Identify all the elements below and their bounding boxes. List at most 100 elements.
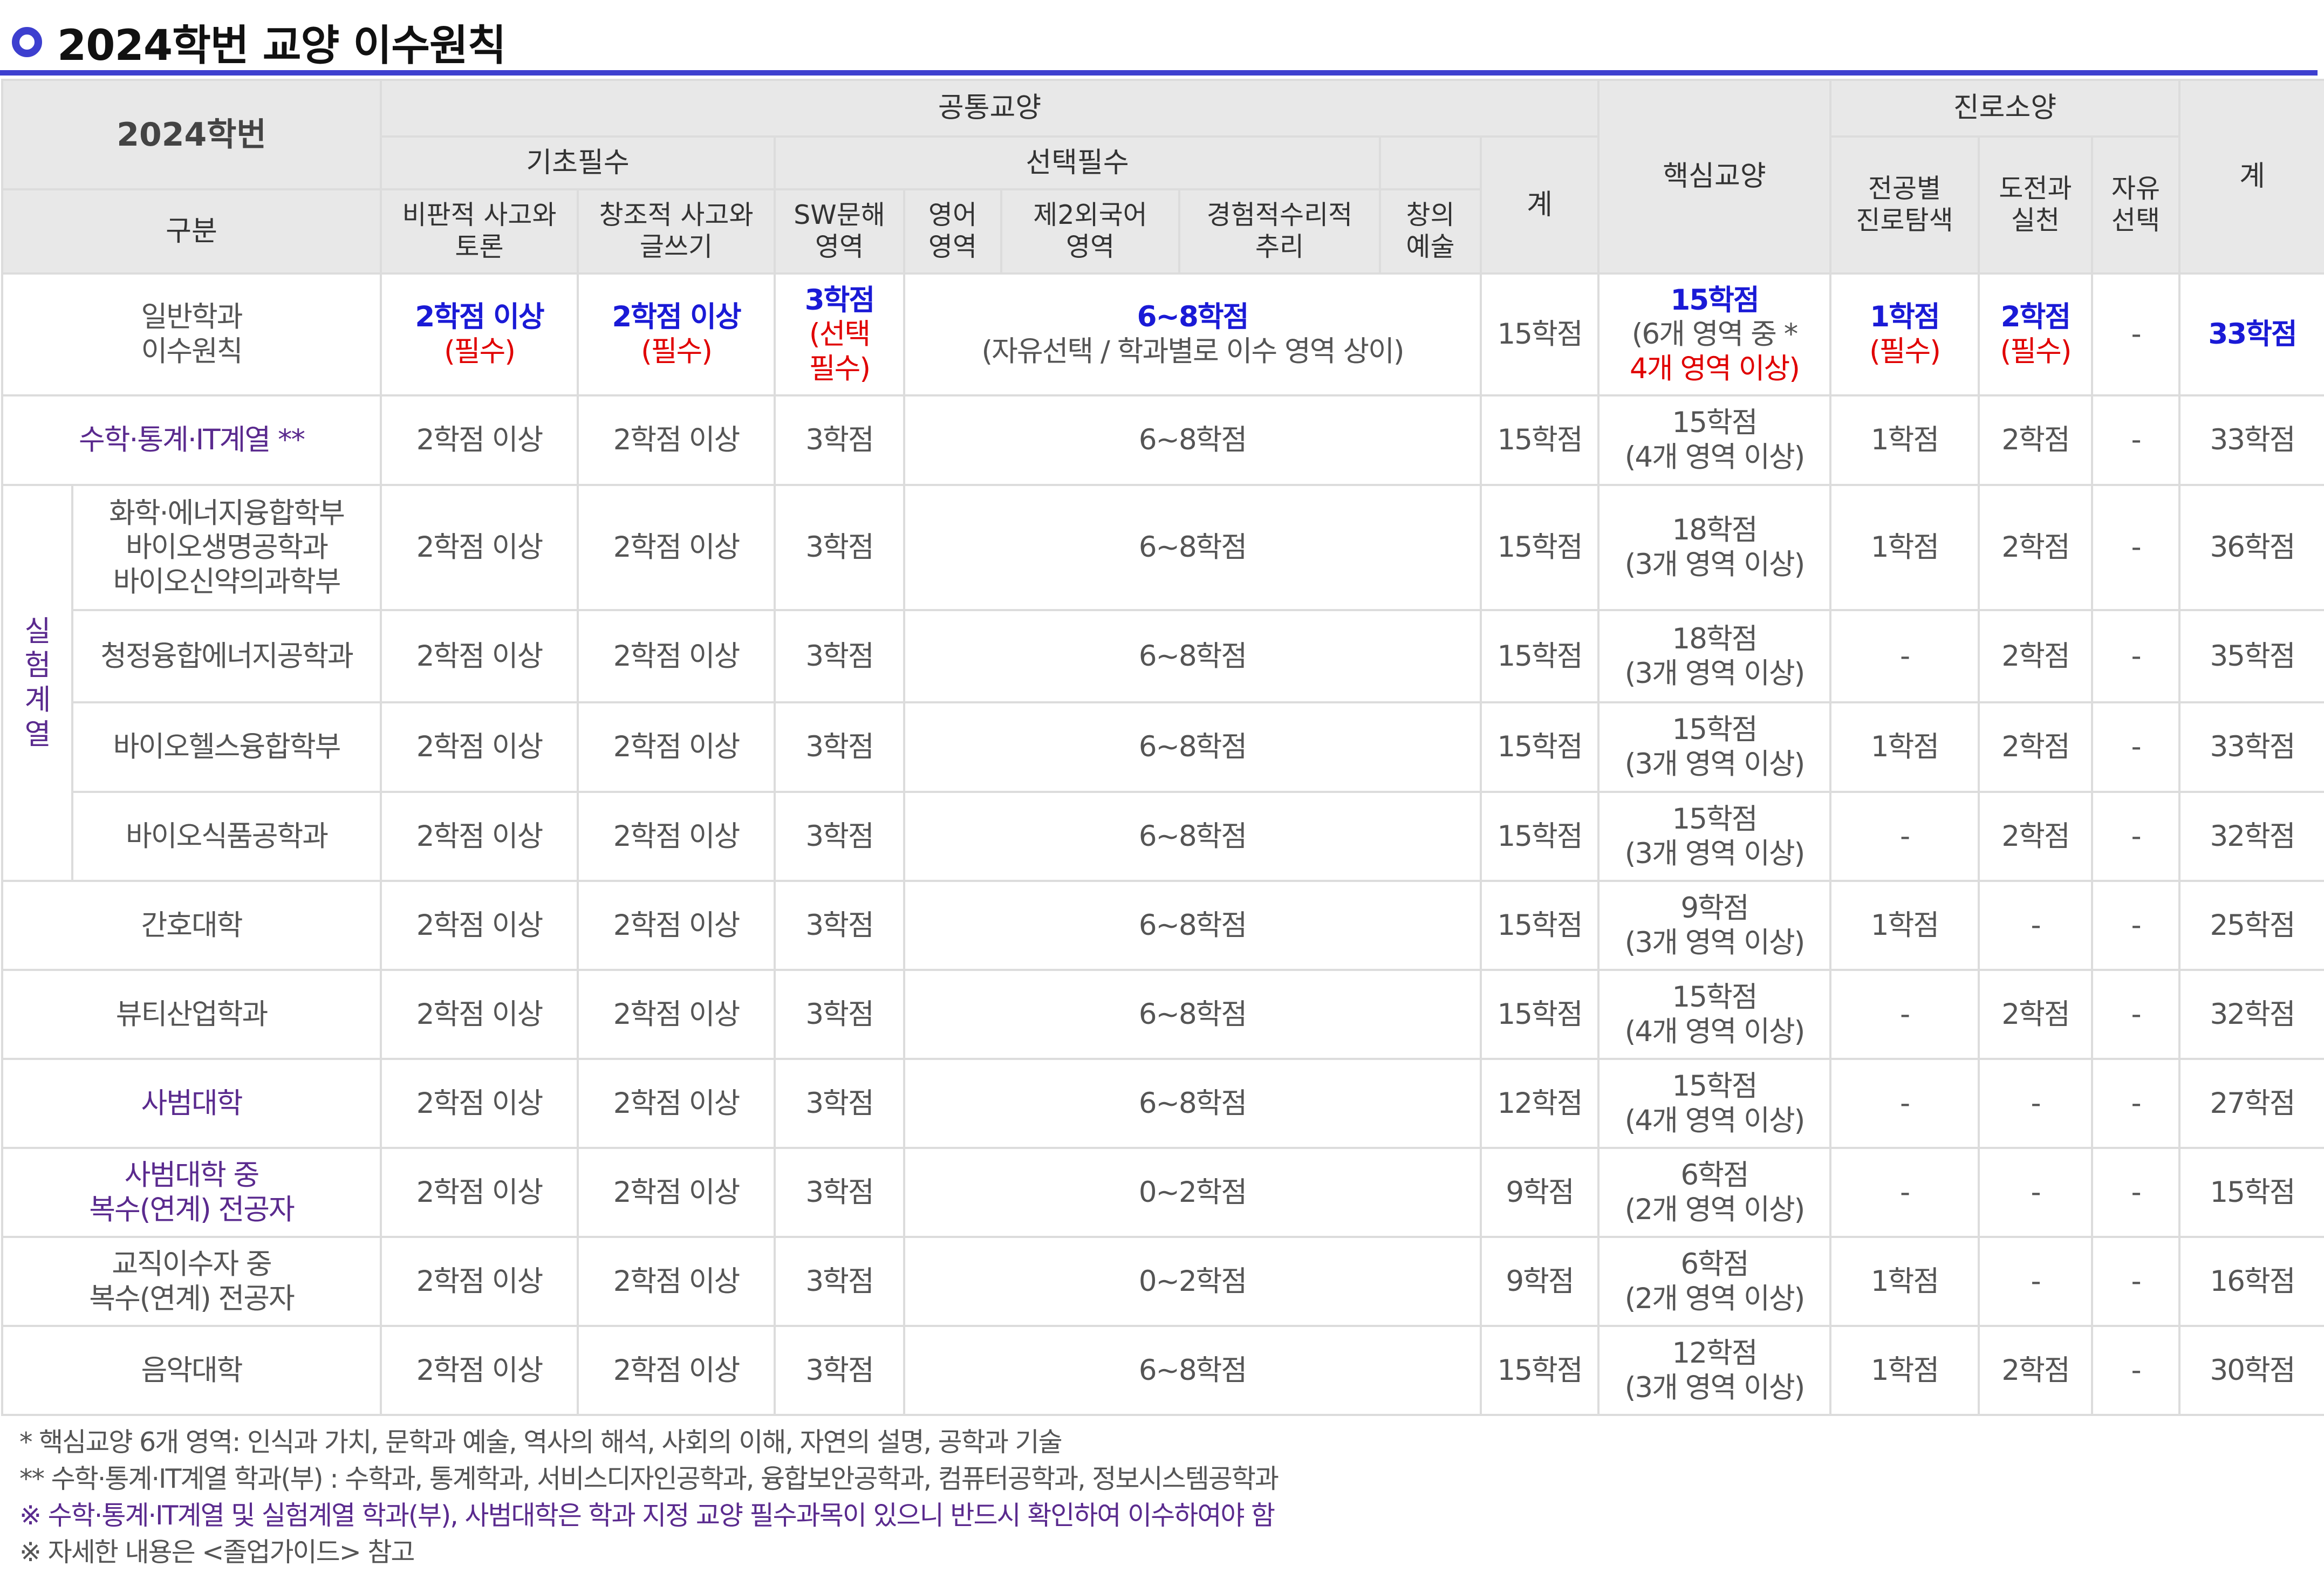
cell-sw: 3학점 <box>774 609 905 703</box>
cell-creative: 2학점 이상 <box>577 1058 776 1149</box>
cell-critical: 2학점 이상 <box>380 701 579 793</box>
cell-critical: 2학점 이상 <box>380 1058 579 1149</box>
cell-core: 18학점 (3개 영역 이상) <box>1597 609 1831 703</box>
cell-core: 15학점 (3개 영역 이상) <box>1597 701 1831 793</box>
cell-sw: 3학점 <box>774 1325 905 1416</box>
row-label: 음악대학 <box>1 1325 382 1416</box>
cell-free: - <box>2091 484 2181 611</box>
footnote-graduation-guide: ※ 자세한 내용은 <졸업가이드> 참고 <box>19 1537 415 1568</box>
cell-challenge: 2학점 <box>1978 609 2093 703</box>
table-row: 음악대학 2학점 이상 2학점 이상 3학점 6~8학점 15학점 12학점 (3… <box>1 1325 2324 1416</box>
row-label: 바이오헬스융합학부 <box>71 701 382 793</box>
row-label: 교직이수자 중 복수(연계) 전공자 <box>1 1236 382 1327</box>
header-major: 전공별 진로탐색 <box>1829 135 1980 275</box>
cell-select: 6~8학점 <box>903 609 1482 703</box>
cell-subtotal: 15학점 <box>1480 969 1600 1060</box>
cell-major: 1학점 <box>1829 701 1980 793</box>
cell-core: 15학점 (3개 영역 이상) <box>1597 791 1831 882</box>
cell-challenge: 2학점 <box>1978 791 2093 882</box>
page-title: 2024학번 교양 이수원칙 <box>57 22 506 70</box>
cell-select: 6~8학점 <box>903 880 1482 971</box>
header-free: 자유 선택 <box>2091 135 2181 275</box>
cell-select: 6~8학점 <box>903 1325 1482 1416</box>
cell-core: 15학점 (4개 영역 이상) <box>1597 394 1831 486</box>
table-row: 사범대학 2학점 이상 2학점 이상 3학점 6~8학점 12학점 15학점 (4… <box>1 1058 2324 1149</box>
cell-subtotal: 15학점 <box>1480 791 1600 882</box>
row-label: 사범대학 중 복수(연계) 전공자 <box>1 1147 382 1238</box>
cell-total: 35학점 <box>2178 609 2324 703</box>
cell-core: 15학점 (4개 영역 이상) <box>1597 969 1831 1060</box>
cell-major: 1학점 <box>1829 484 1980 611</box>
cell-sw: 3학점 <box>774 394 905 486</box>
circle-bullet-icon <box>12 27 42 57</box>
cell-major: - <box>1829 969 1980 1060</box>
cell-core: 12학점 (3개 영역 이상) <box>1597 1325 1831 1416</box>
cell-select: 0~2학점 <box>903 1147 1482 1238</box>
cell-challenge: 2학점 <box>1978 394 2093 486</box>
header-jinro: 진로소양 <box>1829 79 2181 138</box>
cell-creative: 2학점 이상 <box>577 394 776 486</box>
cell-subtotal: 15학점 <box>1480 1325 1600 1416</box>
table-row: 사범대학 중 복수(연계) 전공자 2학점 이상 2학점 이상 3학점 0~2학점… <box>1 1147 2324 1238</box>
table-row: 교직이수자 중 복수(연계) 전공자 2학점 이상 2학점 이상 3학점 0~2학… <box>1 1236 2324 1327</box>
cell-critical: 2학점 이상 <box>380 1147 579 1238</box>
cell-total: 33학점 <box>2178 701 2324 793</box>
row-label: 화학·에너지융합학부 바이오생명공학과 바이오신약의과학부 <box>71 484 382 611</box>
cell-sw: 3학점 <box>774 1236 905 1327</box>
cell-critical: 2학점 이상 <box>380 609 579 703</box>
header-art: 창의 예술 <box>1379 188 1482 275</box>
cell-subtotal: 15학점 <box>1480 394 1600 486</box>
row-label: 수학·통계·IT계열 ** <box>1 394 382 486</box>
cell-sw: 3학점 <box>774 701 905 793</box>
cell-total: 27학점 <box>2178 1058 2324 1149</box>
cell-subtotal: 9학점 <box>1480 1147 1600 1238</box>
cell-core: 6학점 (2개 영역 이상) <box>1597 1147 1831 1238</box>
cell-total: 36학점 <box>2178 484 2324 611</box>
cell-sw: 3학점 <box>774 1058 905 1149</box>
cell-major: 1학점 <box>1829 394 1980 486</box>
cell-major: - <box>1829 609 1980 703</box>
table-row: 간호대학 2학점 이상 2학점 이상 3학점 6~8학점 15학점 9학점 (3개… <box>1 880 2324 971</box>
cell-challenge: - <box>1978 1147 2093 1238</box>
cell-creative: 2학점 이상 <box>577 609 776 703</box>
cell-free: - <box>2091 1325 2181 1416</box>
cell-critical: 2학점 이상 <box>380 1325 579 1416</box>
cell-subtotal: 12학점 <box>1480 1058 1600 1149</box>
corner-header-category: 구분 <box>1 188 382 275</box>
cell-core: 6학점 (2개 영역 이상) <box>1597 1236 1831 1327</box>
header-second-language: 제2외국어 영역 <box>1000 188 1180 275</box>
cell-critical: 2학점 이상 <box>380 484 579 611</box>
cell-creative: 2학점 이상 <box>577 791 776 882</box>
cell-total: 16학점 <box>2178 1236 2324 1327</box>
cell-core: 15학점 (4개 영역 이상) <box>1597 1058 1831 1149</box>
table-row: 청정융합에너지공학과 2학점 이상 2학점 이상 3학점 6~8학점 15학점 … <box>2 609 2324 703</box>
header-gicho: 기초필수 <box>380 135 776 190</box>
cell-major: 1학점 <box>1829 1236 1980 1327</box>
cell-select: 6~8학점 <box>903 969 1482 1060</box>
cell-creative: 2학점 이상 <box>577 1325 776 1416</box>
header-challenge: 도전과 실천 <box>1978 135 2093 275</box>
cell-challenge: 2학점 <box>1978 484 2093 611</box>
footnote-required-courses: ※ 수학·통계·IT계열 및 실험계열 학과(부), 사범대학은 학과 지정 교… <box>19 1500 1275 1531</box>
cell-sw: 3학점 <box>774 1147 905 1238</box>
cell-total: 32학점 <box>2178 969 2324 1060</box>
table-row: 바이오헬스융합학부 2학점 이상 2학점 이상 3학점 6~8학점 15학점 1… <box>2 701 2324 793</box>
cell-subtotal: 15학점 <box>1480 609 1600 703</box>
cell-major: 1학점 <box>1829 880 1980 971</box>
cell-free: - <box>2091 272 2181 396</box>
cell-select: 6~8학점 <box>903 1058 1482 1149</box>
cell-free: - <box>2091 1058 2181 1149</box>
curriculum-table: 2024학번 공통교양 핵심교양 진로소양 계 기초필수 선택필수 계 전공별 진… <box>1 79 2324 1416</box>
cell-critical: 2학점 이상 <box>380 394 579 486</box>
cell-subtotal: 15학점 <box>1480 701 1600 793</box>
cell-subtotal: 15학점 <box>1480 880 1600 971</box>
cell-creative: 2학점 이상 <box>577 484 776 611</box>
table-row: 뷰티산업학과 2학점 이상 2학점 이상 3학점 6~8학점 15학점 15학점… <box>1 969 2324 1060</box>
row-label: 바이오식품공학과 <box>71 791 382 882</box>
cell-select: 6~8학점 <box>903 484 1482 611</box>
cell-subtotal: 9학점 <box>1480 1236 1600 1327</box>
cell-core: 9학점 (3개 영역 이상) <box>1597 880 1831 971</box>
cell-free: - <box>2091 1147 2181 1238</box>
row-label: 간호대학 <box>1 880 382 971</box>
cell-total: 25학점 <box>2178 880 2324 971</box>
